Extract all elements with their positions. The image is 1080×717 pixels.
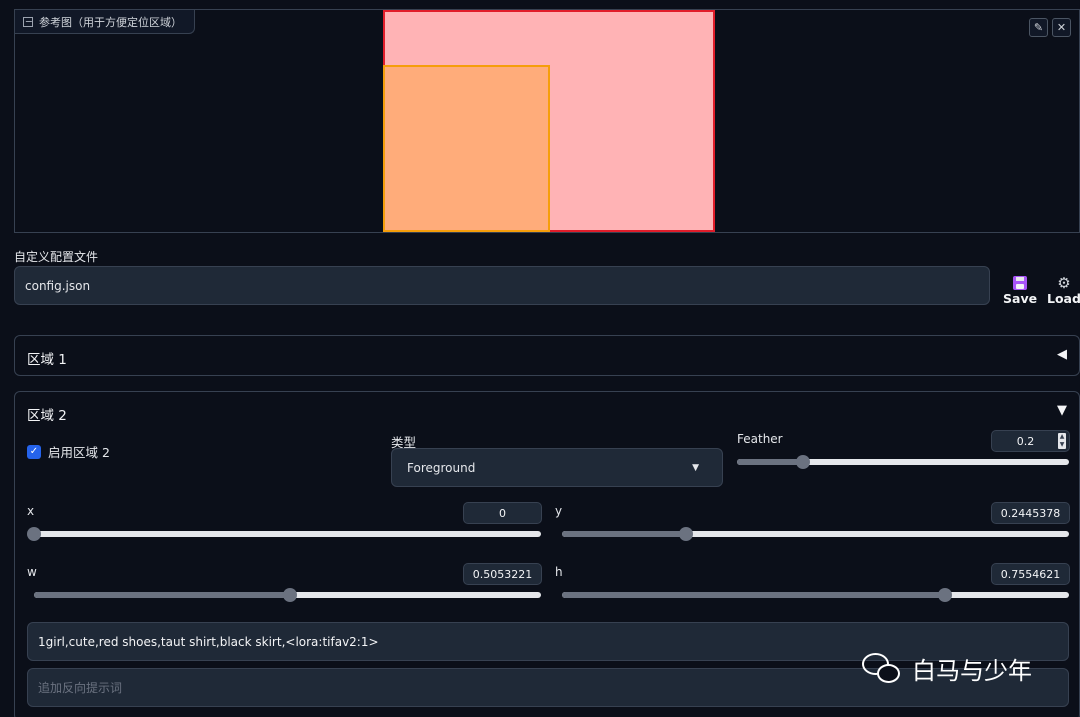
expand-arrow-icon[interactable]: ▼ [1057,403,1067,418]
w-value: 0.5053221 [472,567,533,581]
save-button[interactable]: Save [1003,276,1037,306]
feather-label: Feather [737,432,783,446]
h-label: h [555,565,563,579]
collapse-arrow-icon[interactable]: ◀ [1057,347,1067,362]
spinner-icon[interactable]: ▲ ▼ [1058,433,1066,449]
close-icon[interactable]: ✕ [1052,18,1071,37]
type-value: Foreground [407,460,476,475]
region-1-accordion[interactable]: 区域 1 ◀ [14,335,1080,376]
save-label: Save [1003,291,1038,306]
w-slider[interactable] [34,588,541,602]
wechat-icon [862,652,902,685]
h-slider[interactable] [562,588,1069,602]
watermark: 白马与少年 [862,651,1032,686]
type-dropdown[interactable]: Foreground ▼ [391,448,723,487]
reference-image-panel[interactable]: 参考图（用于方便定位区域） ✎ ✕ [14,9,1080,233]
w-label: w [27,565,37,579]
load-label: Load [1047,291,1080,306]
y-value: 0.2445378 [1000,506,1061,520]
region-2-box [383,65,550,232]
y-slider[interactable] [562,527,1069,541]
negative-prompt-placeholder: 追加反向提示词 [38,681,123,695]
feather-number-input[interactable]: 0.2 ▲ ▼ [991,430,1070,452]
region-2-title[interactable]: 区域 2 [27,404,67,424]
slider-thumb[interactable] [938,588,953,602]
x-value: 0 [499,506,506,520]
reference-tools: ✎ ✕ [1029,18,1071,37]
h-value: 0.7554621 [1000,567,1061,581]
x-number-input[interactable]: 0 [463,502,542,524]
watermark-text: 白马与少年 [912,657,1032,685]
slider-thumb[interactable] [678,527,693,541]
pencil-icon[interactable]: ✎ [1029,18,1048,37]
checkmark-icon[interactable]: ✓ [27,444,41,459]
reference-image-label: 参考图（用于方便定位区域） [15,10,195,34]
image-icon [23,16,33,27]
slider-thumb[interactable] [27,527,41,541]
x-label: x [27,504,35,518]
enable-region-checkbox[interactable]: ✓ 启用区域 2 [27,442,110,461]
y-number-input[interactable]: 0.2445378 [991,502,1070,524]
x-slider[interactable] [27,527,541,541]
floppy-disk-icon [1013,276,1028,290]
enable-region-label: 启用区域 2 [48,445,110,460]
config-file-input[interactable]: config.json [14,266,990,305]
config-label: 自定义配置文件 [14,250,99,264]
region-1-title: 区域 1 [27,352,67,368]
y-label: y [555,504,563,518]
feather-value: 0.2 [1016,434,1035,448]
slider-thumb[interactable] [796,455,811,469]
h-number-input[interactable]: 0.7554621 [991,563,1070,585]
chevron-down-icon: ▼ [692,462,699,473]
reference-label-text: 参考图（用于方便定位区域） [39,15,182,29]
feather-slider[interactable] [737,455,1069,469]
gear-icon: ⚙ [1057,274,1071,292]
w-number-input[interactable]: 0.5053221 [463,563,542,585]
load-button[interactable]: ⚙ Load [1047,274,1080,307]
slider-thumb[interactable] [283,588,298,602]
prompt-text: 1girl,cute,red shoes,taut shirt,black sk… [38,634,379,649]
